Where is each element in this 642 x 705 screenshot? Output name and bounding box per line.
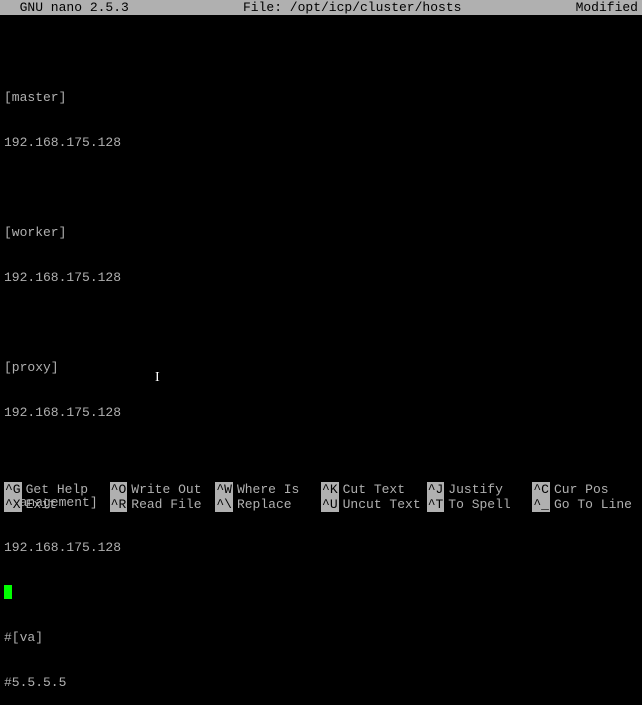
- shortcut-to-spell[interactable]: ^TTo Spell: [427, 497, 533, 512]
- shortcut-where-is[interactable]: ^WWhere Is: [215, 482, 321, 497]
- file-path: File: /opt/icp/cluster/hosts: [129, 0, 576, 15]
- shortcut-write-out[interactable]: ^OWrite Out: [110, 482, 216, 497]
- editor-line: 192.168.175.128: [4, 270, 638, 285]
- shortcut-row: ^GGet Help ^OWrite Out ^WWhere Is ^KCut …: [4, 482, 638, 497]
- editor-line: 192.168.175.128: [4, 405, 638, 420]
- app-name: GNU nano 2.5.3: [4, 0, 129, 15]
- shortcut-exit[interactable]: ^XExit: [4, 497, 110, 512]
- editor-line: [proxy]: [4, 360, 638, 375]
- shortcut-bar: ^GGet Help ^OWrite Out ^WWhere Is ^KCut …: [0, 482, 642, 514]
- text-cursor-icon: I: [155, 370, 160, 385]
- editor-line: #5.5.5.5: [4, 675, 638, 690]
- editor-cursor-line: [4, 585, 638, 600]
- editor-line: #[va]: [4, 630, 638, 645]
- shortcut-row: ^XExit ^RRead File ^\Replace ^UUncut Tex…: [4, 497, 638, 512]
- shortcut-cur-pos[interactable]: ^CCur Pos: [532, 482, 638, 497]
- shortcut-replace[interactable]: ^\Replace: [215, 497, 321, 512]
- editor-line: [4, 315, 638, 330]
- editor-line: 192.168.175.128: [4, 540, 638, 555]
- modified-status: Modified: [576, 0, 638, 15]
- shortcut-uncut-text[interactable]: ^UUncut Text: [321, 497, 427, 512]
- shortcut-get-help[interactable]: ^GGet Help: [4, 482, 110, 497]
- editor-line: [master]: [4, 90, 638, 105]
- titlebar: GNU nano 2.5.3 File: /opt/icp/cluster/ho…: [0, 0, 642, 15]
- editor-line: [4, 180, 638, 195]
- shortcut-go-to-line[interactable]: ^_Go To Line: [532, 497, 638, 512]
- shortcut-read-file[interactable]: ^RRead File: [110, 497, 216, 512]
- shortcut-justify[interactable]: ^JJustify: [427, 482, 533, 497]
- editor-area[interactable]: [master] 192.168.175.128 [worker] 192.16…: [0, 15, 642, 705]
- editor-line: 192.168.175.128: [4, 135, 638, 150]
- editor-line: [4, 450, 638, 465]
- terminal-cursor: [4, 585, 12, 599]
- editor-line: [4, 45, 638, 60]
- shortcut-cut-text[interactable]: ^KCut Text: [321, 482, 427, 497]
- editor-line: [worker]: [4, 225, 638, 240]
